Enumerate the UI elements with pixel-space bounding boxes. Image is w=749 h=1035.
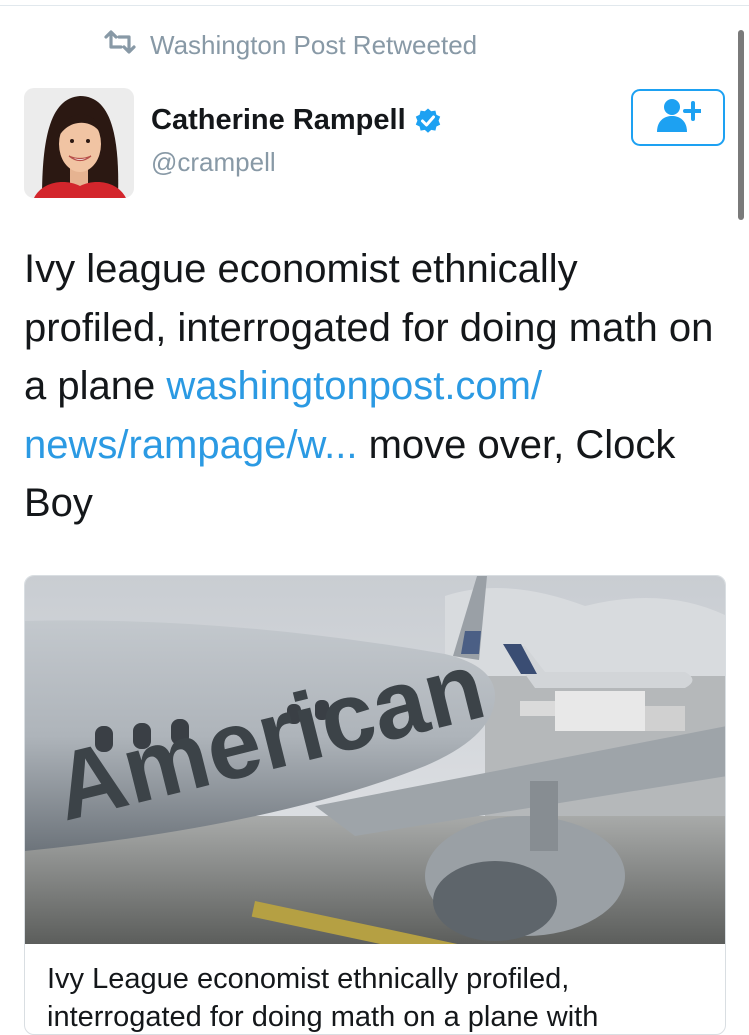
retweet-label: Washington Post Retweeted xyxy=(150,30,478,60)
follow-user-icon xyxy=(655,97,703,138)
card-image[interactable]: American xyxy=(25,576,726,944)
tweet-text: Ivy league economist ethnically profiled… xyxy=(24,240,724,533)
follow-button[interactable] xyxy=(631,89,725,146)
user-name[interactable]: Catherine Rampell xyxy=(151,104,406,137)
user-handle[interactable]: @crampell xyxy=(151,147,442,178)
retweet-context[interactable]: Washington Post Retweeted xyxy=(104,30,477,61)
top-divider xyxy=(0,0,749,6)
user-info[interactable]: Catherine Rampell @crampell xyxy=(151,104,442,178)
retweet-icon xyxy=(104,30,136,61)
avatar[interactable] xyxy=(24,88,134,198)
card-title[interactable]: Ivy League economist ethnically profiled… xyxy=(47,960,707,1034)
link-card[interactable]: American Ivy League economist ethnically… xyxy=(24,575,726,1035)
verified-badge-icon xyxy=(414,107,442,135)
scrollbar[interactable] xyxy=(738,30,744,220)
